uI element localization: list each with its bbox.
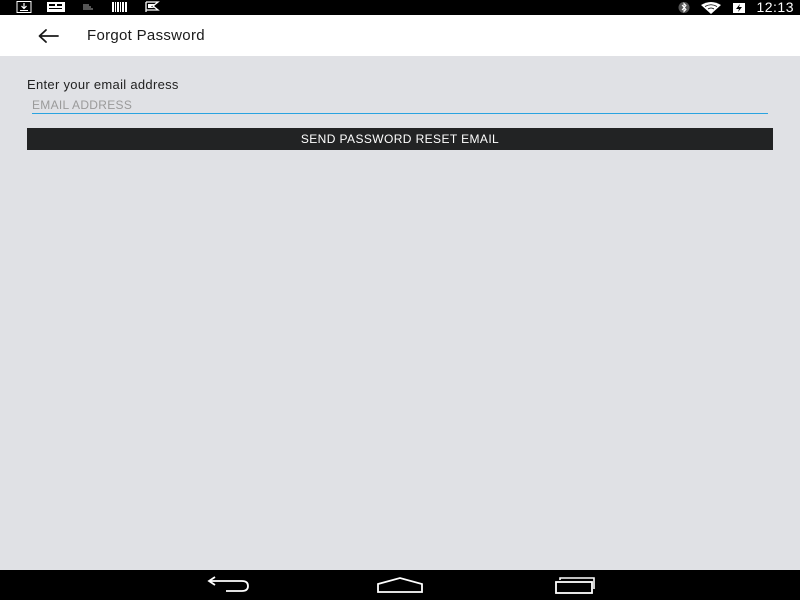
download-icon (16, 1, 32, 13)
bluetooth-icon (678, 2, 690, 13)
nav-back-button[interactable] (199, 573, 259, 597)
send-reset-email-button[interactable]: SEND PASSWORD RESET EMAIL (27, 128, 773, 150)
page-title: Forgot Password (87, 27, 205, 44)
arrow-left-icon (38, 29, 59, 43)
system-navigation-bar (0, 570, 800, 600)
nav-home-button[interactable] (370, 573, 430, 597)
nav-recents-button[interactable] (542, 573, 602, 597)
status-right-group: 12:13 (678, 0, 794, 15)
stack-icon (83, 4, 93, 10)
home-icon (377, 577, 423, 593)
status-bar: 12:13 (0, 0, 800, 15)
back-icon (207, 576, 249, 592)
back-button[interactable] (30, 23, 66, 49)
email-field[interactable] (32, 97, 768, 114)
app-bar: Forgot Password (0, 15, 800, 56)
status-time: 12:13 (756, 0, 794, 15)
email-field-label: Enter your email address (27, 77, 179, 92)
barcode-icon (112, 2, 127, 12)
message-icon (47, 2, 65, 12)
wifi-icon (701, 1, 722, 14)
signal-flag-icon (145, 1, 160, 12)
forgot-password-screen: 12:13 Forgot Password Enter your email a… (0, 0, 800, 600)
battery-charging-icon (733, 2, 746, 13)
recents-icon (555, 577, 595, 594)
